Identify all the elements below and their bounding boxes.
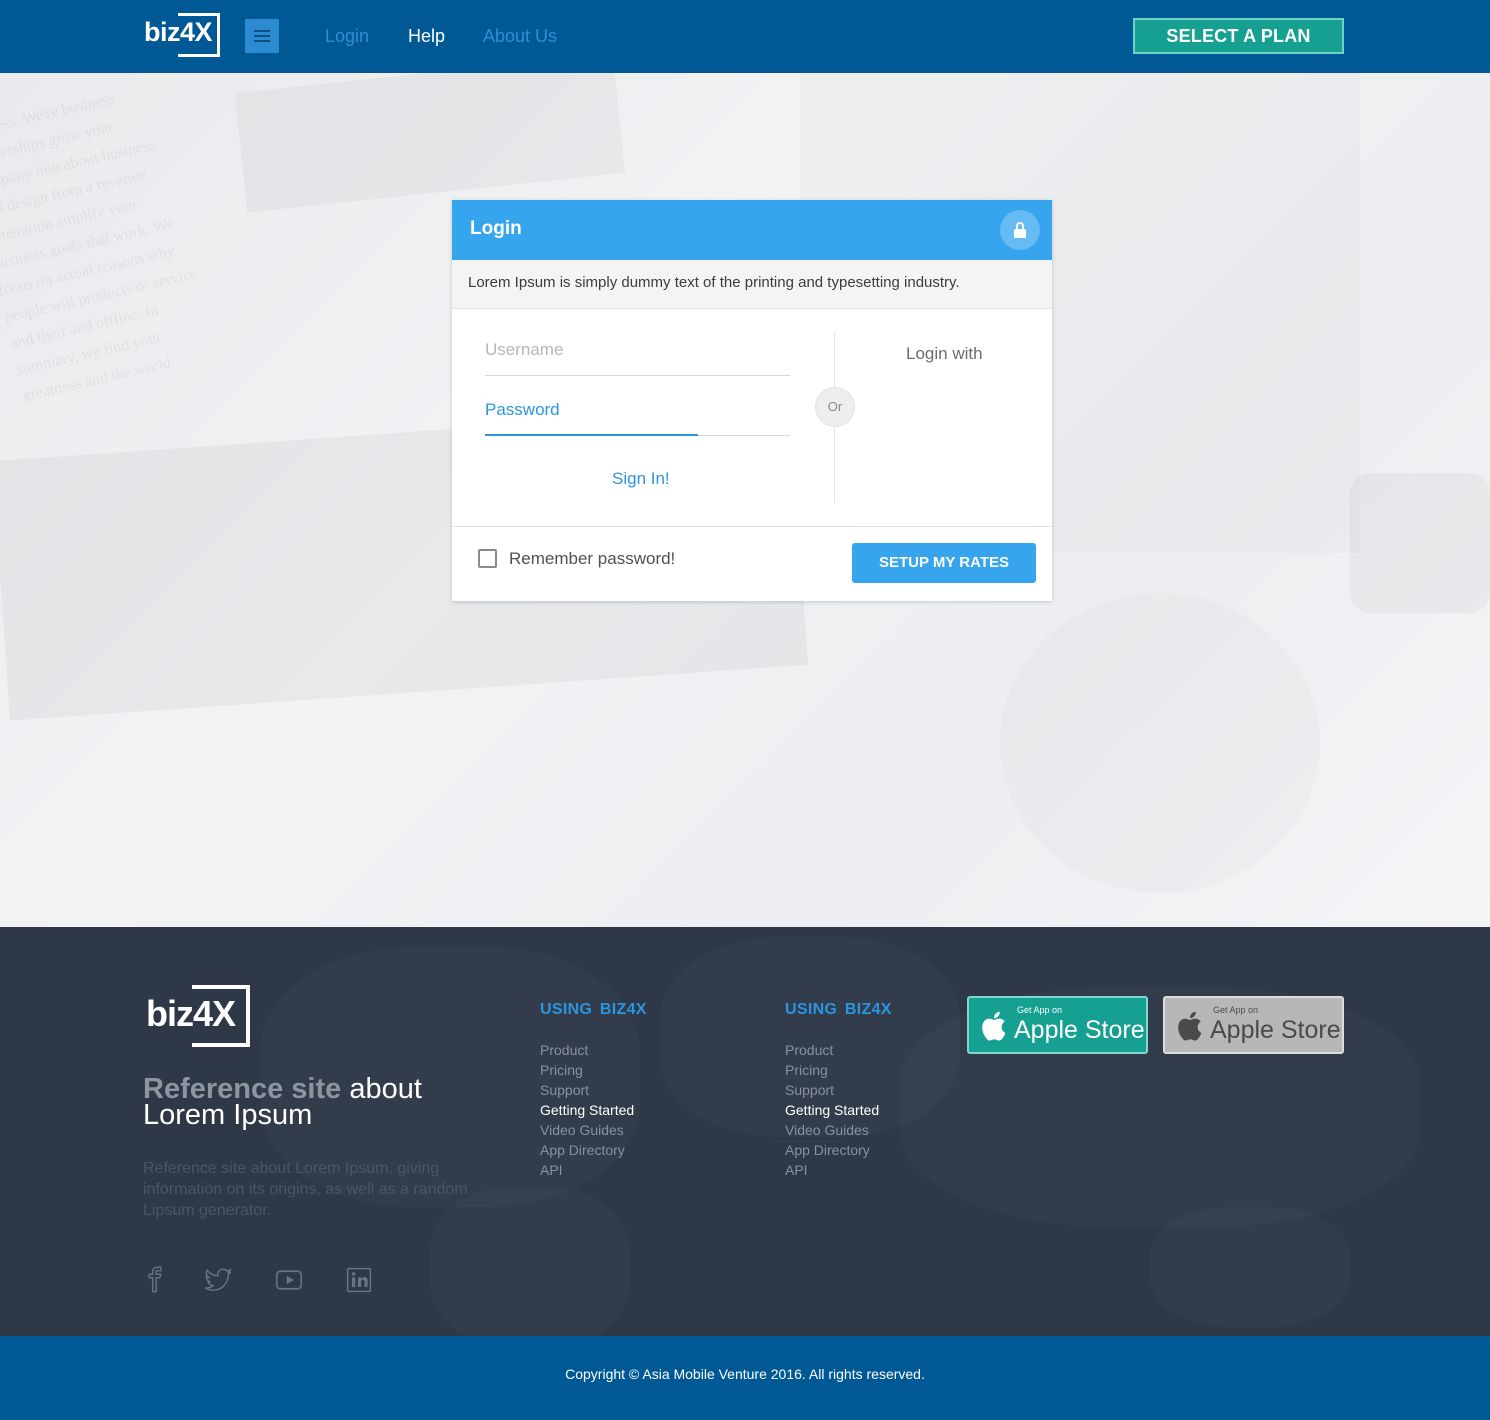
copyright-text: Copyright © Asia Mobile Venture 2016. Al… [565, 1366, 925, 1382]
footer-column-title: USING BIZ4X [785, 1001, 892, 1018]
username-field[interactable]: Username [485, 340, 790, 376]
password-field[interactable]: Password [485, 400, 790, 436]
hamburger-menu-button[interactable] [245, 19, 279, 53]
menu-icon-line [254, 40, 270, 42]
footer: biz4X Reference site about Lorem Ipsum R… [0, 927, 1490, 1336]
app-button-small-text: Get App on [1213, 1005, 1259, 1015]
username-placeholder: Username [485, 340, 564, 359]
footer-link-app-directory[interactable]: App Directory [540, 1140, 634, 1160]
footer-link-support[interactable]: Support [540, 1080, 634, 1100]
app-button-small-text: Get App on [1017, 1005, 1063, 1015]
menu-icon-line [254, 35, 270, 37]
remember-password-label[interactable]: Remember password! [509, 549, 675, 569]
password-label: Password [485, 400, 560, 419]
footer-link-product[interactable]: Product [540, 1040, 634, 1060]
nav-login-link[interactable]: Login [325, 26, 369, 47]
select-a-plan-button[interactable]: SELECT A PLAN [1133, 18, 1344, 54]
apple-store-button-secondary[interactable]: Get App on Apple Store [1163, 996, 1344, 1054]
footer-links-column-1: Product Pricing Support Getting Started … [540, 1040, 634, 1180]
footer-link-video-guides[interactable]: Video Guides [785, 1120, 879, 1140]
footer-link-product[interactable]: Product [785, 1040, 879, 1060]
linkedin-icon[interactable] [346, 1266, 372, 1294]
footer-column-title: USING BIZ4X [540, 1001, 647, 1018]
login-card-title: Login [470, 218, 522, 239]
biz4x-logo[interactable]: biz4X [144, 13, 224, 59]
password-underline-active [485, 434, 698, 436]
footer-links-column-2: Product Pricing Support Getting Started … [785, 1040, 879, 1180]
remember-password-checkbox[interactable] [478, 549, 497, 568]
nav-about-us-link[interactable]: About Us [483, 26, 557, 47]
footer-link-video-guides[interactable]: Video Guides [540, 1120, 634, 1140]
login-with-label: Login with [906, 344, 983, 363]
lock-icon-body [1014, 229, 1026, 238]
footer-link-api[interactable]: API [540, 1160, 634, 1180]
footer-heading-part: Lorem Ipsum [143, 1099, 313, 1131]
footer-link-getting-started[interactable]: Getting Started [785, 1100, 879, 1120]
logo-frame [178, 13, 220, 57]
background-page-text: business. We're business partnerships gr… [0, 90, 199, 405]
footer-heading: Reference site about Lorem Ipsum [143, 1073, 422, 1131]
apple-icon [982, 1011, 1006, 1041]
app-button-big-text: Apple Store [1210, 1016, 1341, 1044]
login-card-description: Lorem Ipsum is simply dummy text of the … [452, 260, 1052, 309]
footer-description: Reference site about Lorem Ipsum, giving… [143, 1160, 468, 1219]
nav-help-link[interactable]: Help [408, 26, 445, 47]
lock-icon [1000, 210, 1040, 250]
background-keyboard-shape [235, 73, 625, 213]
background-object-shape [1350, 473, 1490, 613]
setup-my-rates-button[interactable]: SETUP MY RATES [852, 543, 1036, 583]
copyright-bar: Copyright © Asia Mobile Venture 2016. Al… [0, 1336, 1490, 1420]
top-navigation-bar: biz4X Login Help About Us SELECT A PLAN [0, 0, 1490, 73]
or-separator: Or [815, 387, 855, 427]
menu-icon-line [254, 30, 270, 32]
footer-link-pricing[interactable]: Pricing [785, 1060, 879, 1080]
footer-heading-part: about [349, 1073, 422, 1105]
apple-store-button-primary[interactable]: Get App on Apple Store [967, 996, 1148, 1054]
footer-logo-frame [192, 985, 250, 1047]
card-footer-divider [452, 526, 1052, 527]
footer-link-app-directory[interactable]: App Directory [785, 1140, 879, 1160]
apple-icon [1178, 1011, 1202, 1041]
footer-link-api[interactable]: API [785, 1160, 879, 1180]
footer-link-support[interactable]: Support [785, 1080, 879, 1100]
footer-link-getting-started[interactable]: Getting Started [540, 1100, 634, 1120]
footer-biz4x-logo[interactable]: biz4X [146, 985, 252, 1047]
footer-link-pricing[interactable]: Pricing [540, 1060, 634, 1080]
login-card: Login Lorem Ipsum is simply dummy text o… [452, 200, 1052, 601]
youtube-icon[interactable] [273, 1266, 305, 1294]
description-text: Lorem Ipsum is simply dummy text of the … [468, 274, 960, 291]
world-map-shape [1150, 1207, 1350, 1327]
login-card-header: Login [452, 200, 1052, 260]
username-underline [485, 375, 790, 376]
facebook-icon[interactable] [140, 1266, 170, 1294]
sign-in-link[interactable]: Sign In! [612, 469, 670, 489]
app-button-big-text: Apple Store [1014, 1016, 1145, 1044]
background-mug-shape [1000, 593, 1320, 893]
twitter-icon[interactable] [202, 1266, 234, 1294]
